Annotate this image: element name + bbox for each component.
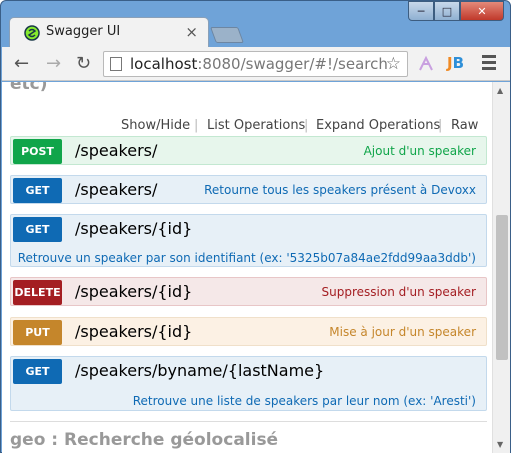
operation-path[interactable]: /speakers/ [75, 141, 157, 160]
close-window-button[interactable]: ✕ [460, 1, 504, 21]
scroll-down-arrow-icon[interactable]: ▼ [497, 440, 503, 449]
method-badge-delete[interactable]: DELETE [13, 280, 62, 305]
browser-window: Swagger UI × ─ □ ✕ ← → ↻ localhost:8080/… [0, 0, 511, 453]
method-badge-post[interactable]: POST [13, 139, 62, 164]
back-arrow-icon[interactable]: ← [14, 54, 29, 74]
title-bar: Swagger UI × ─ □ ✕ [1, 1, 510, 47]
method-badge-get[interactable]: GET [13, 359, 62, 384]
maximize-button[interactable]: □ [434, 1, 460, 21]
tab-close-icon[interactable]: × [185, 23, 198, 41]
operation-summary[interactable]: Retrouve un speaker par son identifiant … [18, 251, 476, 265]
browser-toolbar: ← → ↻ localhost:8080/swagger/#!/search ☆… [2, 47, 510, 81]
forward-arrow-icon[interactable]: → [46, 54, 61, 74]
url-path: :8080/swagger/#!/search [197, 55, 388, 73]
next-section: geo : Recherche géolocalisé [10, 421, 487, 450]
operation-get-speaker-by-id[interactable]: GET /speakers/{id} Retrouve un speaker p… [10, 214, 487, 267]
operation-summary[interactable]: Mise à jour d'un speaker [329, 325, 476, 339]
operation-post-speakers[interactable]: POST /speakers/ Ajout d'un speaker [10, 136, 487, 165]
reload-icon[interactable]: ↻ [76, 54, 91, 74]
page-icon [110, 57, 122, 71]
operation-get-speakers[interactable]: GET /speakers/ Retourne tous les speaker… [10, 175, 487, 204]
url-host: localhost [130, 55, 198, 73]
section-heading-geo[interactable]: geo : Recherche géolocalisé [10, 430, 278, 450]
minimize-button[interactable]: ─ [408, 1, 434, 21]
operation-path[interactable]: /speakers/{id} [75, 219, 192, 238]
operation-path[interactable]: /speakers/byname/{lastName} [75, 361, 324, 380]
operation-summary[interactable]: Retourne tous les speakers présent à Dev… [204, 183, 476, 197]
jb-b-letter: B [452, 54, 465, 72]
jb-extension-icon[interactable]: JB [447, 54, 464, 72]
operation-get-speaker-by-name[interactable]: GET /speakers/byname/{lastName} Retrouve… [10, 356, 487, 411]
separator: | [438, 118, 443, 133]
menu-icon[interactable] [482, 55, 496, 73]
operation-delete-speaker[interactable]: DELETE /speakers/{id} Suppression d'un s… [10, 277, 487, 306]
vertical-scrollbar[interactable]: ▲ ▼ [492, 82, 510, 453]
browser-tab[interactable]: Swagger UI × [9, 17, 209, 47]
separator: | [194, 118, 199, 133]
url-text[interactable]: localhost:8080/swagger/#!/search [130, 55, 388, 73]
operation-summary[interactable]: Ajout d'un speaker [364, 144, 476, 158]
swagger-favicon-icon [24, 25, 40, 41]
section-heading: etc) [10, 82, 48, 94]
address-bar[interactable]: localhost:8080/swagger/#!/search ☆ [103, 51, 408, 77]
operation-path[interactable]: /speakers/{id} [75, 282, 192, 301]
window-controls: ─ □ ✕ [408, 1, 504, 21]
operation-summary[interactable]: Suppression d'un speaker [322, 285, 477, 299]
raw-link[interactable]: Raw [451, 118, 478, 133]
operation-path[interactable]: /speakers/{id} [75, 322, 192, 341]
method-badge-get[interactable]: GET [13, 178, 62, 203]
scrollbar-thumb[interactable] [496, 215, 508, 360]
operation-summary[interactable]: Retrouve une liste de speakers par leur … [133, 394, 476, 408]
scroll-up-arrow-icon[interactable]: ▲ [497, 86, 503, 95]
section-links: Show/Hide | List Operations | Expand Ope… [10, 118, 480, 134]
bookmark-star-icon[interactable]: ☆ [386, 54, 401, 74]
separator: | [304, 118, 309, 133]
expand-operations-link[interactable]: Expand Operations [316, 118, 440, 133]
tab-title: Swagger UI [46, 24, 121, 39]
method-badge-put[interactable]: PUT [13, 320, 62, 345]
page-viewport: etc) Show/Hide | List Operations | Expan… [2, 82, 510, 453]
extension-icon[interactable] [416, 54, 436, 74]
new-tab-button[interactable] [210, 27, 244, 43]
show-hide-link[interactable]: Show/Hide [121, 118, 190, 133]
method-badge-get[interactable]: GET [13, 217, 62, 242]
list-operations-link[interactable]: List Operations [207, 118, 305, 133]
operation-put-speaker[interactable]: PUT /speakers/{id} Mise à jour d'un spea… [10, 317, 487, 346]
operation-path[interactable]: /speakers/ [75, 180, 157, 199]
